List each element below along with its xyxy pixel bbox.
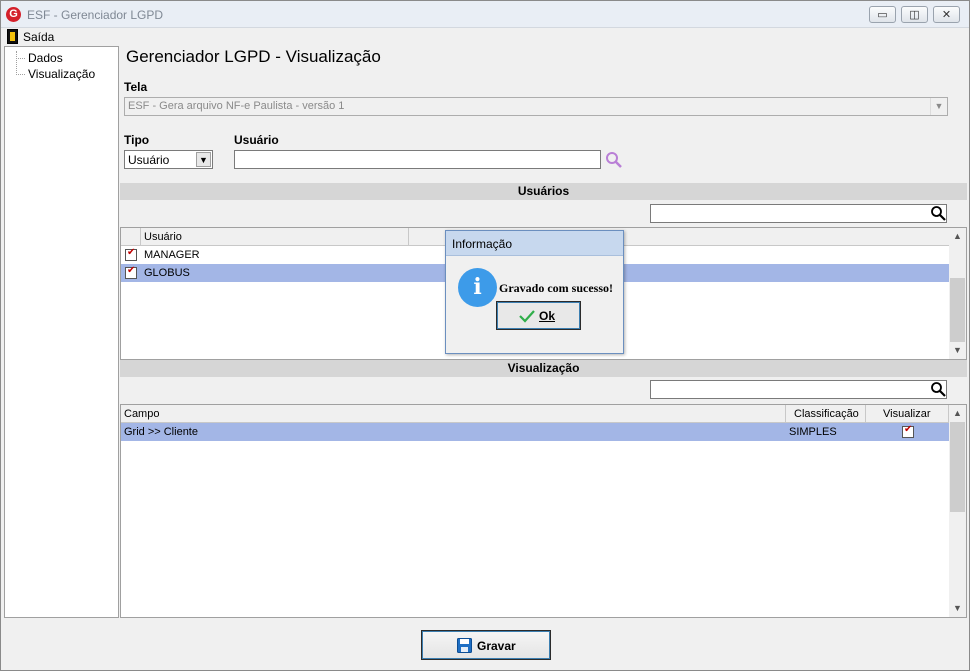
chevron-down-icon[interactable]: ▼: [196, 152, 211, 167]
gravar-label: Gravar: [477, 639, 516, 653]
scroll-up-icon[interactable]: ▲: [949, 405, 966, 422]
search-icon[interactable]: [930, 381, 947, 398]
scroll-thumb[interactable]: [950, 422, 965, 512]
close-icon: ✕: [941, 9, 952, 21]
tipo-select-value: Usuário: [128, 153, 170, 167]
search-icon[interactable]: [930, 205, 947, 222]
column-header-visualizar[interactable]: Visualizar: [866, 405, 949, 423]
tree-item-dados[interactable]: Dados: [28, 51, 63, 65]
info-icon: i: [458, 268, 497, 307]
tipo-select[interactable]: Usuário ▼: [124, 150, 213, 169]
visualizacao-grid-header: Campo Classificação Visualizar: [121, 405, 949, 423]
checkmark-icon: [519, 310, 535, 323]
search-icon[interactable]: [605, 151, 622, 168]
usuario-cell: MANAGER: [144, 249, 200, 261]
visualizacao-section-header: Visualização: [120, 360, 967, 377]
main-window: G ESF - Gerenciador LGPD ▭ ◫ ✕ Saída Dad…: [0, 0, 970, 671]
usuario-label: Usuário: [234, 133, 279, 147]
info-dialog: Informação i Gravado com sucesso! Ok: [445, 230, 624, 354]
title-bar: G ESF - Gerenciador LGPD ▭ ◫ ✕: [1, 1, 969, 28]
tela-select-value: ESF - Gera arquivo NF-e Paulista - versã…: [128, 100, 345, 112]
checkbox-column-header: [121, 228, 141, 246]
classificacao-cell: SIMPLES: [789, 426, 837, 438]
tree-item-visualizacao[interactable]: Visualização: [28, 67, 95, 81]
usuarios-section-header: Usuários: [120, 183, 967, 200]
visualizacao-filter-input[interactable]: [650, 380, 947, 399]
usuarios-filter-input[interactable]: [650, 204, 947, 223]
column-header-campo[interactable]: Campo: [121, 405, 786, 423]
menu-item-saida[interactable]: Saída: [23, 30, 54, 44]
minimize-button[interactable]: ▭: [869, 6, 896, 23]
tree-connector: [16, 58, 25, 59]
chevron-down-icon[interactable]: ▼: [930, 98, 947, 115]
scroll-thumb[interactable]: [950, 278, 965, 342]
visualizacao-scrollbar[interactable]: ▲ ▼: [949, 405, 966, 617]
campo-cell: Grid >> Cliente: [124, 426, 198, 438]
tree-connector: [16, 51, 17, 75]
menu-bar: Saída: [2, 28, 968, 46]
close-button[interactable]: ✕: [933, 6, 960, 23]
column-header-usuario[interactable]: Usuário: [141, 228, 409, 246]
exit-door-icon: [7, 29, 18, 44]
dialog-message: Gravado com sucesso!: [499, 281, 613, 295]
scroll-up-icon[interactable]: ▲: [949, 228, 966, 245]
scroll-down-icon[interactable]: ▼: [949, 342, 966, 359]
tree-connector: [16, 74, 25, 75]
ok-label: Ok: [539, 309, 556, 323]
visualizar-checkbox[interactable]: [902, 424, 914, 438]
maximize-icon: ◫: [909, 9, 920, 21]
table-row[interactable]: Grid >> Cliente SIMPLES: [121, 423, 949, 441]
column-header-classificacao[interactable]: Classificação: [786, 405, 866, 423]
floppy-disk-icon: [457, 638, 472, 653]
usuario-cell: GLOBUS: [144, 267, 190, 279]
usuarios-scrollbar[interactable]: ▲ ▼: [949, 228, 966, 359]
dialog-title: Informação: [446, 231, 623, 256]
row-checkbox[interactable]: [125, 265, 137, 279]
window-title: ESF - Gerenciador LGPD: [27, 8, 164, 22]
tipo-label: Tipo: [124, 133, 150, 147]
tela-label: Tela: [124, 80, 148, 94]
gravar-button[interactable]: Gravar: [421, 630, 551, 660]
visualizacao-grid: Campo Classificação Visualizar Grid >> C…: [120, 404, 967, 618]
row-checkbox[interactable]: [125, 247, 137, 261]
app-logo-icon: G: [6, 7, 21, 22]
ok-button[interactable]: Ok: [496, 301, 581, 330]
maximize-button[interactable]: ◫: [901, 6, 928, 23]
navigation-tree: Dados Visualização: [4, 46, 119, 618]
tela-select[interactable]: ESF - Gera arquivo NF-e Paulista - versã…: [124, 97, 948, 116]
page-title: Gerenciador LGPD - Visualização: [126, 47, 381, 66]
scroll-down-icon[interactable]: ▼: [949, 600, 966, 617]
minimize-icon: ▭: [877, 9, 888, 21]
usuario-input[interactable]: [234, 150, 601, 169]
